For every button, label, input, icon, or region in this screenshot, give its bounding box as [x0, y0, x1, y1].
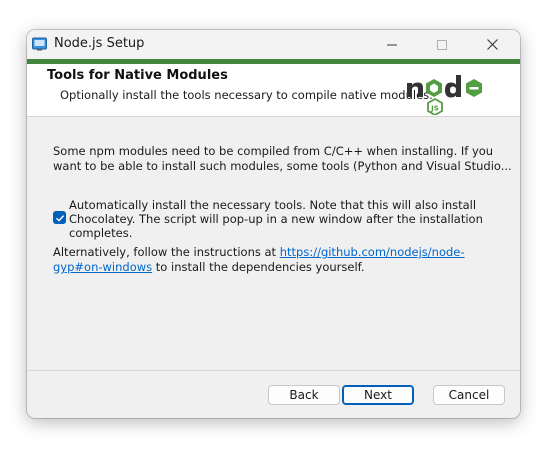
install-tools-checkbox[interactable] — [53, 211, 66, 224]
window-title: Node.js Setup — [54, 36, 145, 51]
page-title: Tools for Native Modules — [47, 68, 228, 83]
close-button[interactable] — [469, 30, 515, 59]
maximize-button[interactable] — [419, 30, 465, 59]
minimize-button[interactable] — [369, 30, 415, 59]
page-subtitle: Optionally install the tools necessary t… — [60, 88, 433, 102]
next-button[interactable]: Next — [342, 385, 414, 405]
nodejs-logo: JS — [407, 75, 482, 115]
checkmark-icon — [55, 214, 64, 222]
alternative-instructions: Alternatively, follow the instructions a… — [53, 245, 473, 275]
logo-badge-text: JS — [430, 105, 439, 113]
intro-line-1: Some npm modules need to be compiled fro… — [53, 144, 494, 158]
installer-icon — [32, 37, 47, 51]
alt-prefix: Alternatively, follow the instructions a… — [53, 245, 280, 259]
intro-line-2: want to be able to install such modules,… — [53, 159, 512, 173]
intro-text: Some npm modules need to be compiled fro… — [53, 144, 512, 174]
cancel-button[interactable]: Cancel — [433, 385, 505, 405]
install-tools-label[interactable]: Automatically install the necessary tool… — [69, 198, 489, 240]
title-bar: Node.js Setup — [27, 30, 520, 59]
setup-window: Node.js Setup Tools for Native Modules O… — [27, 30, 520, 418]
close-icon — [486, 39, 498, 50]
maximize-icon — [437, 39, 447, 50]
header-banner: Tools for Native Modules Optionally inst… — [27, 64, 520, 117]
back-button[interactable]: Back — [268, 385, 340, 405]
minimize-icon — [387, 44, 397, 45]
alt-suffix: to install the dependencies yourself. — [152, 260, 365, 274]
footer-divider — [27, 370, 520, 371]
